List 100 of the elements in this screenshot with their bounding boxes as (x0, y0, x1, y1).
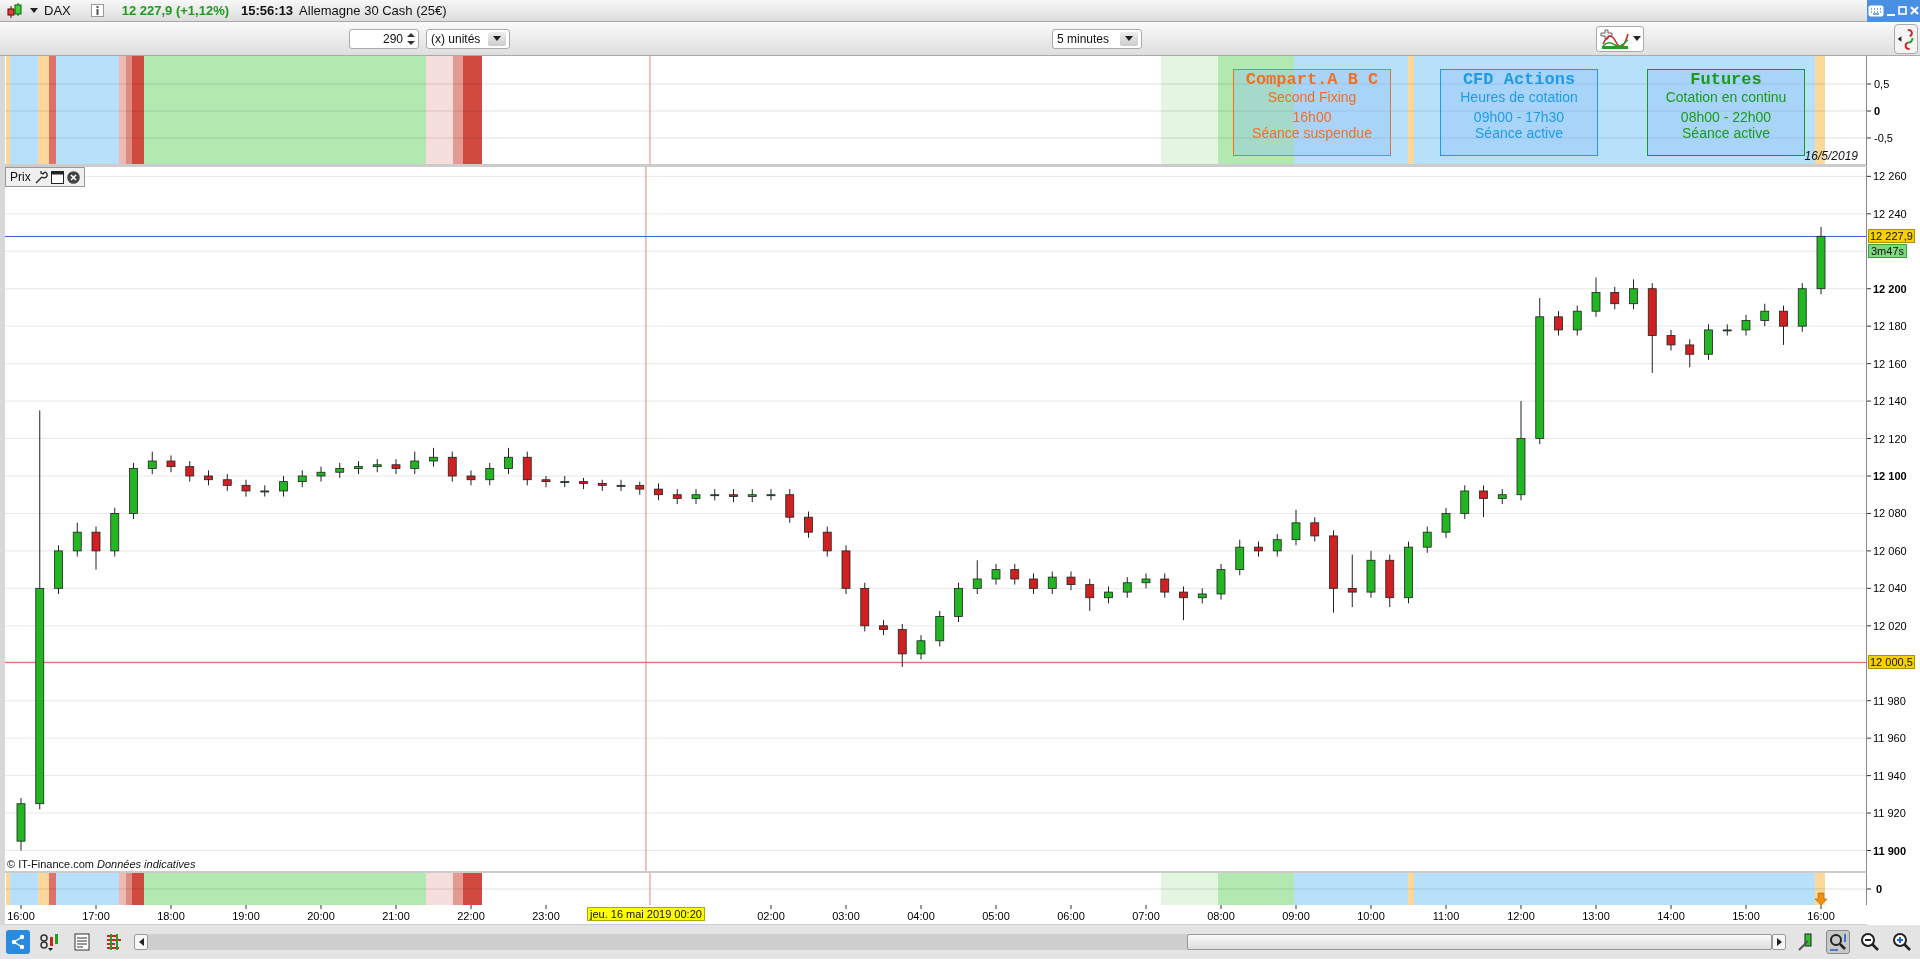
candlestick (804, 511, 813, 539)
candlestick (391, 458, 401, 475)
crosshair-line (649, 873, 651, 905)
candlestick (204, 469, 213, 486)
candlestick (1179, 586, 1188, 621)
copyright-notice: © IT-Finance.com Données indicatives (7, 858, 196, 870)
candlestick (1310, 516, 1320, 543)
candlestick (54, 544, 63, 595)
scrollbar-thumb[interactable] (1187, 934, 1772, 950)
down-arrow-icon (1814, 892, 1828, 905)
caret-icon[interactable] (30, 7, 38, 14)
units-dropdown[interactable]: (x) unités (426, 28, 510, 49)
zoom-fit-button[interactable] (1826, 930, 1850, 954)
candlestick (1610, 286, 1620, 310)
candlestick (297, 469, 307, 488)
candlestick (1010, 563, 1020, 586)
candlestick (72, 522, 82, 557)
candlestick (1235, 539, 1245, 576)
candlestick (1460, 484, 1470, 520)
candlestick (616, 479, 626, 492)
candlestick-icon[interactable] (6, 1, 24, 20)
y-tick-label: 12 100 (1873, 470, 1907, 482)
x-tick-label: 14:00 (1657, 910, 1685, 922)
candlestick (1104, 586, 1113, 604)
x-tick-label: 20:00 (307, 910, 335, 922)
window-icon[interactable] (50, 170, 64, 184)
candlestick (1029, 572, 1038, 595)
candlestick (222, 473, 232, 492)
session-status: Séance active (1475, 125, 1563, 142)
scroll-left-button[interactable] (134, 934, 148, 950)
candlestick (1160, 572, 1170, 599)
candlestick (16, 797, 26, 852)
zoom-fit-icon (1828, 932, 1848, 952)
candlestick (1704, 323, 1713, 361)
candlestick (1254, 541, 1263, 557)
candlestick (560, 475, 570, 488)
y-tick-label: 0,5 (1874, 78, 1890, 90)
candlestick (672, 488, 682, 505)
x-tick-label: 13:00 (1582, 910, 1610, 922)
share-button[interactable] (6, 930, 30, 954)
candlestick (429, 447, 438, 468)
candlestick (1047, 571, 1057, 595)
x-tick-label: 03:00 (832, 910, 860, 922)
candlestick (316, 466, 326, 483)
candlestick (785, 488, 795, 524)
close-icon[interactable] (66, 170, 80, 184)
legend-label: Prix (10, 170, 31, 184)
candlestick (916, 634, 926, 660)
candlestick (766, 488, 776, 501)
wrench-icon[interactable] (33, 170, 48, 184)
period-dropdown[interactable]: 5 minutes (1052, 28, 1142, 49)
y-tick-label: 12 080 (1873, 507, 1907, 520)
y-tick-label: 11 940 (1873, 769, 1906, 782)
session-status: Séance active (1682, 125, 1770, 142)
arrow-left-icon (138, 938, 144, 946)
session-subtitle: Cotation en continu (1665, 89, 1787, 106)
y-tick-label: 11 900 (1873, 844, 1907, 857)
x-tick-label: 21:00 (382, 910, 410, 922)
candlestick (1366, 550, 1376, 599)
candlestick (1422, 526, 1432, 554)
info-icon[interactable] (90, 4, 104, 17)
candlestick (1291, 509, 1301, 546)
candlestick (91, 526, 101, 571)
units-spinner[interactable]: 290 (349, 28, 419, 49)
candlestick (954, 582, 963, 623)
candlestick (260, 484, 270, 498)
side-panel-toggle-icon[interactable] (1894, 23, 1918, 54)
bars-icon (105, 933, 123, 951)
candlestick (1629, 278, 1638, 310)
candlestick (710, 488, 720, 501)
session-title: Compart.A B C (1245, 70, 1379, 89)
caret-icon (493, 36, 501, 41)
candlestick (1685, 338, 1695, 368)
x-tick-label: 10:00 (1357, 910, 1385, 922)
y-tick-label: 11 920 (1873, 807, 1906, 820)
countdown-tag: 3m47s (1868, 244, 1908, 259)
candlestick (354, 460, 363, 475)
keyboard-icon[interactable] (1868, 4, 1885, 17)
maximize-icon[interactable] (1897, 6, 1907, 15)
x-tick-label: 06:00 (1057, 910, 1085, 922)
candlestick (1272, 533, 1282, 557)
x-tick-label: 18:00 (157, 910, 185, 922)
x-tick-label: 12:00 (1507, 910, 1535, 922)
candlestick (897, 623, 907, 668)
candlestick (972, 559, 982, 595)
session-subtitle: Second Fixing (1267, 89, 1357, 106)
candlestick (279, 475, 288, 498)
instrument-symbol: DAX (44, 3, 71, 18)
candlestick (1441, 507, 1451, 539)
candlestick (372, 458, 382, 473)
zoom-out-icon (1860, 932, 1880, 952)
indicator-button[interactable] (1596, 25, 1644, 52)
scroll-right-button[interactable] (1772, 934, 1786, 950)
candlestick (1741, 314, 1751, 337)
x-tick-label: 22:00 (457, 910, 485, 922)
share-icon (10, 934, 26, 950)
candlestick (1066, 571, 1076, 591)
candlestick (1797, 282, 1807, 333)
candlestick (410, 451, 420, 475)
x-tick-label: 11:00 (1432, 910, 1460, 922)
